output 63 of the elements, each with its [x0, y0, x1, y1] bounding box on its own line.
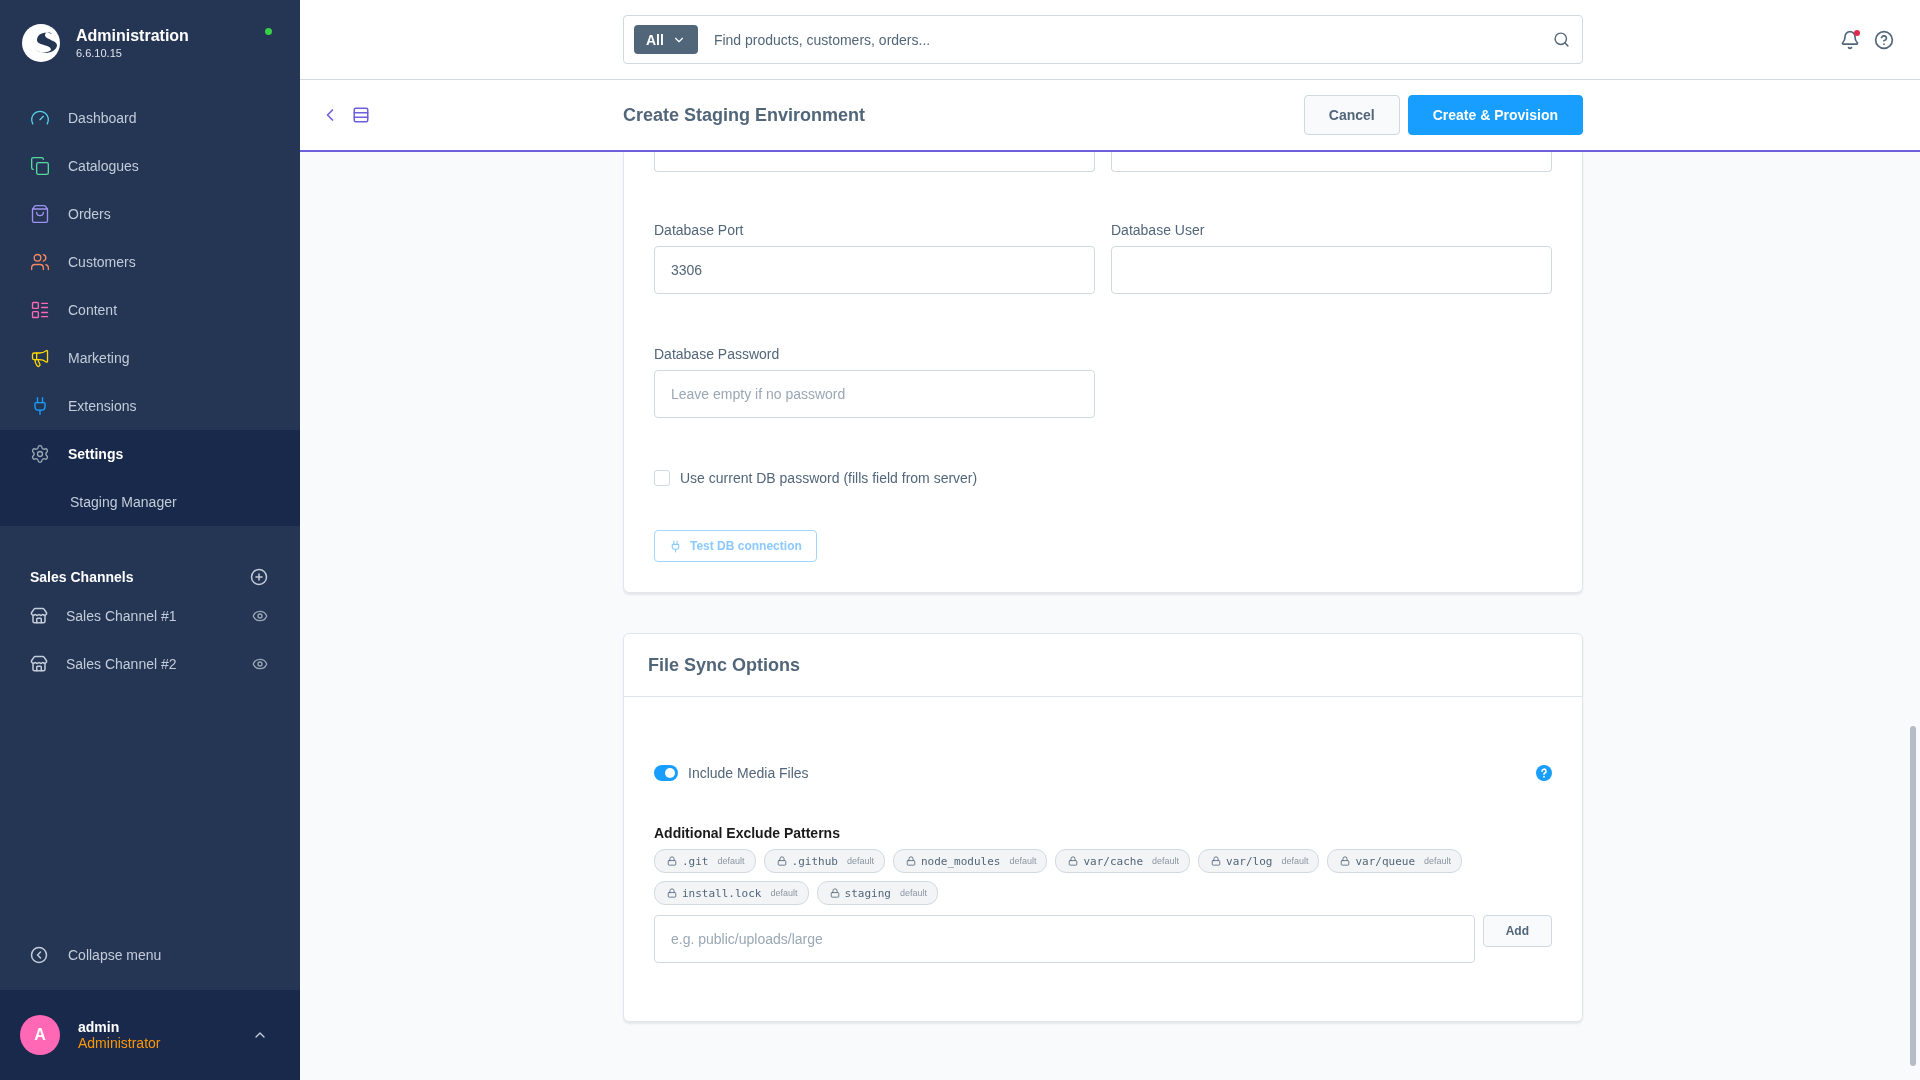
pattern-chip: .github default [763, 849, 885, 873]
card-title: File Sync Options [624, 634, 1582, 697]
pattern-input[interactable]: e.g. public/uploads/large [654, 915, 1475, 963]
logo-icon [22, 24, 60, 62]
pattern-chip: staging default [816, 881, 938, 905]
plug-icon [669, 539, 682, 553]
toggle-label: Include Media Files [688, 765, 810, 781]
sales-channel-link[interactable]: Sales Channel #1 [66, 608, 234, 624]
collapse-icon[interactable] [30, 946, 48, 964]
nav-item[interactable]: Dashboard [0, 94, 300, 142]
input-field[interactable]: 3306 [654, 246, 1095, 294]
lock-icon [829, 888, 840, 898]
lock-icon [1068, 856, 1079, 866]
toggle-switch[interactable] [654, 765, 678, 781]
add-icon[interactable] [250, 568, 268, 586]
user-role: Administrator [78, 1035, 162, 1051]
store-icon [30, 607, 48, 625]
checkbox-label: Use current DB password (fills field from server) [680, 470, 978, 486]
list-icon[interactable] [352, 106, 370, 124]
input-field[interactable]: Leave empty if no password [654, 370, 1095, 418]
bell-icon[interactable] [1840, 29, 1860, 50]
field-label: Database Password [654, 346, 781, 362]
sales-channel-link[interactable]: Sales Channel #2 [66, 656, 234, 672]
pattern-chip: var/log default [1198, 849, 1320, 873]
pattern-chip: var/queue default [1327, 849, 1463, 873]
nav-item[interactable]: Marketing [0, 334, 300, 382]
nav-item[interactable]: Content [0, 286, 300, 334]
help-icon[interactable] [1536, 765, 1552, 781]
field-label: Database Port [654, 222, 745, 238]
field-label: Database User [1111, 222, 1206, 238]
nav-item[interactable]: Settings [0, 430, 300, 478]
help-icon[interactable] [1874, 29, 1894, 50]
nav-subitem[interactable]: Staging Manager [0, 478, 300, 526]
brand-title: Administration [76, 27, 190, 45]
lock-icon [667, 888, 677, 898]
page-title: Create Staging Environment [623, 104, 867, 126]
store-icon [30, 655, 48, 673]
scope-dropdown[interactable]: All [634, 25, 698, 54]
user-name: admin [78, 1019, 121, 1035]
version-label: 6.6.10.15 [76, 47, 123, 59]
eye-icon[interactable] [252, 608, 268, 624]
section-title: Additional Exclude Patterns [654, 825, 841, 841]
add-button[interactable]: Add [1482, 915, 1552, 947]
nav-item[interactable]: Extensions [0, 382, 300, 430]
checkbox[interactable] [654, 470, 670, 486]
lock-icon [1340, 856, 1351, 866]
nav-item[interactable]: Catalogues [0, 142, 300, 190]
lock-icon [667, 856, 677, 866]
search-icon[interactable] [1553, 31, 1570, 48]
eye-icon[interactable] [252, 656, 268, 672]
search-field[interactable]: All Find products, customers, orders... [623, 15, 1583, 64]
lock-icon [776, 856, 787, 866]
secondary-button[interactable]: Cancel [1303, 95, 1400, 135]
lock-icon [905, 856, 916, 866]
collapse-menu-link[interactable]: Collapse menu [68, 947, 162, 963]
lock-icon [1211, 856, 1222, 866]
nav-item[interactable]: Customers [0, 238, 300, 286]
pattern-chip: var/cache default [1055, 849, 1191, 873]
pattern-chip: install.lock default [654, 881, 809, 905]
pattern-chip: node_modules default [892, 849, 1048, 873]
pattern-chip: .git default [654, 849, 756, 873]
section-title: Sales Channels [30, 569, 134, 585]
nav-item[interactable]: Orders [0, 190, 300, 238]
